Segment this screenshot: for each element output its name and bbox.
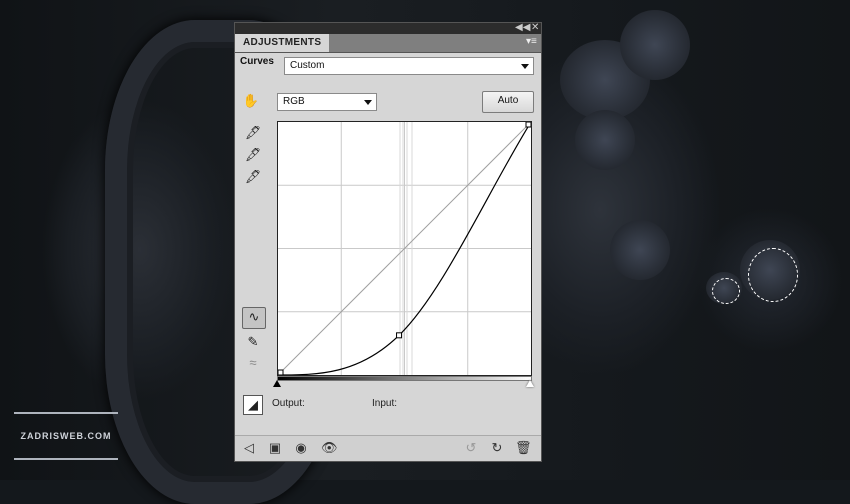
watermark-logo: ZADRISWEB.COM	[14, 412, 118, 460]
eyedropper-black-icon[interactable]: 🖋	[244, 124, 262, 142]
curve-svg[interactable]	[278, 122, 531, 375]
auto-button[interactable]: Auto	[482, 91, 534, 113]
preset-select[interactable]: Custom	[284, 57, 534, 75]
curves-label: Curves	[240, 56, 274, 67]
trash-icon[interactable]: 🗑	[515, 440, 532, 456]
curve-control-point[interactable]	[278, 369, 284, 375]
rose-cluster	[575, 110, 635, 170]
back-arrow-icon[interactable]: ◁	[241, 440, 257, 456]
pencil-icon[interactable]: ✎	[244, 333, 262, 351]
eyedropper-gray-icon[interactable]: 🖋	[244, 146, 262, 164]
clipping-warning-icon[interactable]: ◢	[243, 395, 263, 415]
selection-marquee-large[interactable]	[748, 248, 798, 302]
curve-control-point[interactable]	[525, 122, 531, 128]
rose-cluster	[610, 220, 670, 280]
channel-value: RGB	[283, 96, 305, 107]
eye-icon[interactable]: 👁	[321, 440, 338, 456]
mask-icon[interactable]: ◉	[293, 440, 309, 456]
eyedropper-white-icon[interactable]: 🖋	[244, 168, 262, 186]
selection-marquee-small[interactable]	[712, 278, 740, 304]
clip-layer-icon[interactable]: ▣	[267, 440, 283, 456]
curve-control-point[interactable]	[396, 332, 403, 339]
panel-tabbar: ADJUSTMENTS ▾≡	[235, 34, 541, 53]
close-icon[interactable]: ✕	[531, 22, 539, 33]
curve-graph[interactable]	[277, 121, 532, 376]
chevron-down-icon	[364, 100, 372, 105]
black-point-slider[interactable]	[273, 380, 281, 387]
preset-value: Custom	[290, 60, 325, 71]
output-label: Output:	[272, 398, 305, 409]
panel-menu-icon[interactable]: ▾≡	[526, 37, 538, 47]
input-gradient-bar	[277, 376, 532, 381]
panel-title-strip: ◀◀ ✕	[235, 22, 541, 34]
tab-adjustments[interactable]: ADJUSTMENTS	[235, 34, 330, 52]
watermark-text: ZADRISWEB.COM	[20, 431, 112, 441]
panel-bottom-bar: ◁ ▣ ◉ 👁 ↺ ↻ 🗑	[235, 435, 541, 461]
smooth-icon[interactable]: ≈	[244, 354, 262, 372]
reset-icon[interactable]: ↻	[489, 440, 505, 456]
white-point-slider[interactable]	[526, 380, 534, 387]
chevron-down-icon	[521, 64, 529, 69]
rose-cluster	[620, 10, 690, 80]
view-previous-icon[interactable]: ↺	[463, 440, 479, 456]
channel-select[interactable]: RGB	[277, 93, 377, 111]
hand-adjust-icon[interactable]: ✋	[242, 92, 260, 110]
curve-tool-icon[interactable]: ∿	[242, 307, 266, 329]
input-label: Input:	[372, 398, 398, 409]
double-chevron-icon[interactable]: ◀◀	[515, 22, 530, 33]
